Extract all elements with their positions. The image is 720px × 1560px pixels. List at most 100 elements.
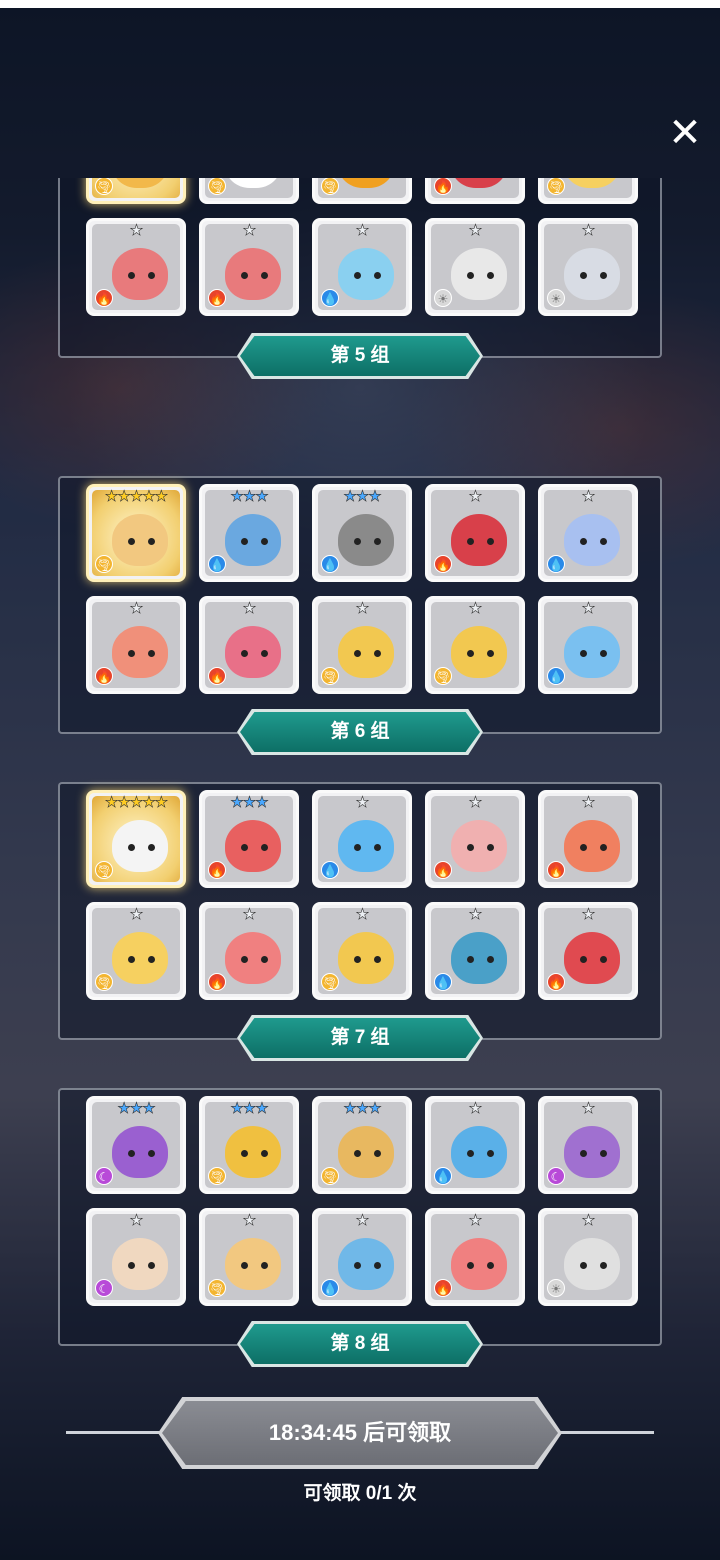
hero-card[interactable]: ★🌪 — [425, 596, 525, 694]
hero-card[interactable]: ★🔥 — [538, 902, 638, 1000]
claim-count-label: 可领取 0/1 次 — [303, 1483, 417, 1504]
hero-card[interactable]: ★🔥 — [199, 902, 299, 1000]
hero-eye — [241, 538, 248, 545]
hero-card[interactable]: ★★★★★🌪 — [86, 484, 186, 582]
group-label: 第 5 组 — [240, 336, 480, 376]
hero-eye — [241, 650, 248, 657]
divider-left — [66, 1431, 166, 1434]
hero-figure — [225, 1238, 281, 1290]
hero-eye — [261, 538, 268, 545]
star-rating: ★ — [355, 599, 369, 617]
hero-card[interactable]: ★🔥 — [425, 790, 525, 888]
hero-eye — [600, 1150, 607, 1157]
star-rating: ★ — [468, 1211, 482, 1229]
star-rating: ★ — [468, 793, 482, 811]
hero-card[interactable]: ★🌪 — [312, 596, 412, 694]
hero-eye — [600, 650, 607, 657]
wind-element-icon: 🌪 — [547, 178, 565, 195]
hero-card[interactable]: ★🔥 — [425, 1208, 525, 1306]
hero-eye — [467, 1262, 474, 1269]
star-rating: ★ — [581, 599, 595, 617]
hero-card[interactable]: ★★★★★🌪 — [86, 178, 186, 204]
group-list[interactable]: ★★★★★🌪★★★🌪★★★🌪★🔥★🌪★🔥★🔥★💧★☀★☀第 5 组★★★★★🌪★… — [0, 178, 720, 1378]
wind-element-icon: 🌪 — [95, 973, 113, 991]
light-element-icon: ☀ — [547, 1279, 565, 1297]
hero-eye — [148, 650, 155, 657]
hero-card[interactable]: ★🌪 — [312, 902, 412, 1000]
dark-element-icon: ☾ — [95, 1167, 113, 1185]
hero-figure — [112, 820, 168, 872]
hero-figure — [564, 626, 620, 678]
hero-card[interactable]: ★🌪 — [538, 178, 638, 204]
claim-button[interactable]: 18:34:45 后可领取 — [162, 1401, 558, 1465]
hero-card[interactable]: ★★★ ☾ — [86, 1096, 186, 1194]
divider-right — [554, 1431, 654, 1434]
hero-card[interactable]: ★★★ 🔥 — [199, 790, 299, 888]
group-panel: ★★★ ☾ ★★★ 🌪 ★★★ 🌪 ★ 💧 ★ ☾ ★ ☾ ★ 🌪 ★ 💧 ★ 🔥 ★ ☀ — [58, 1088, 662, 1346]
star-rating: ★ — [355, 905, 369, 923]
hero-figure — [225, 626, 281, 678]
hero-card[interactable]: ★ 💧 — [538, 484, 638, 582]
hero-card[interactable]: ★★★★★🌪 — [86, 790, 186, 888]
group-panel: ★★★★★ 🌪 ★★★ 🔥 ★ 💧 ★ 🔥 ★ 🔥 ★ 🌪 ★ 🔥 ★ 🌪 ★ 💧 ★ 🔥 — [58, 782, 662, 1040]
hero-eye — [241, 272, 248, 279]
hero-card[interactable]: ★🔥 — [538, 790, 638, 888]
hero-eye — [354, 538, 361, 545]
hero-card[interactable]: ★★★🌪 — [312, 178, 412, 204]
water-element-icon: 💧 — [208, 555, 226, 573]
wind-element-icon: 🌪 — [208, 1279, 226, 1297]
hero-card[interactable]: ★ 💧 — [425, 1096, 525, 1194]
hero-card[interactable]: ★🔥 — [86, 596, 186, 694]
hero-eye — [128, 650, 135, 657]
hero-card[interactable]: ★★★🌪 — [199, 178, 299, 204]
hero-card[interactable]: ★ 💧 — [312, 790, 412, 888]
star-rating: ★ — [468, 599, 482, 617]
hero-card[interactable]: ★ ☾ — [538, 1096, 638, 1194]
hero-card[interactable]: ★★★ 💧 — [312, 484, 412, 582]
hero-card[interactable]: ★🌪 — [86, 902, 186, 1000]
wind-element-icon: 🌪 — [95, 178, 113, 195]
hero-card[interactable]: ★🌪 — [199, 1208, 299, 1306]
light-element-icon: ☀ — [434, 289, 452, 307]
hero-figure — [112, 248, 168, 300]
hero-figure — [451, 1238, 507, 1290]
hero-card[interactable]: ★🔥 — [425, 178, 525, 204]
wind-element-icon: 🌪 — [321, 667, 339, 685]
water-element-icon: 💧 — [547, 667, 565, 685]
hero-eye — [148, 538, 155, 545]
hero-card[interactable]: ★🔥 — [425, 484, 525, 582]
hero-card[interactable]: ★🔥 — [199, 596, 299, 694]
hero-card[interactable]: ★🔥 — [199, 218, 299, 316]
hero-card[interactable]: ★ 💧 — [312, 1208, 412, 1306]
close-icon[interactable]: ✕ — [664, 112, 706, 154]
hero-eye — [261, 956, 268, 963]
hero-card[interactable]: ★ ☀ — [425, 218, 525, 316]
hero-card[interactable]: ★ 💧 — [538, 596, 638, 694]
water-element-icon: 💧 — [321, 555, 339, 573]
wind-element-icon: 🌪 — [321, 178, 339, 195]
star-rating: ★ — [129, 1211, 143, 1229]
hero-card[interactable]: ★ ☀ — [538, 1208, 638, 1306]
hero-eye — [580, 272, 587, 279]
hero-eye — [128, 272, 135, 279]
hero-card[interactable]: ★🔥 — [86, 218, 186, 316]
hero-eye — [374, 650, 381, 657]
fire-element-icon: 🔥 — [95, 289, 113, 307]
hero-card[interactable]: ★ 💧 — [312, 218, 412, 316]
hero-eye — [128, 1150, 135, 1157]
hero-eye — [261, 844, 268, 851]
hero-eye — [261, 650, 268, 657]
hero-eye — [148, 956, 155, 963]
hero-eye — [241, 956, 248, 963]
hero-card[interactable]: ★★★ 💧 — [199, 484, 299, 582]
hero-card[interactable]: ★ ☀ — [538, 218, 638, 316]
group-label: 第 8 组 — [240, 1324, 480, 1364]
hero-eye — [374, 1150, 381, 1157]
hero-figure — [451, 932, 507, 984]
hero-card[interactable]: ★★★🌪 — [312, 1096, 412, 1194]
hero-card[interactable]: ★ 💧 — [425, 902, 525, 1000]
star-rating: ★ — [129, 599, 143, 617]
hero-card[interactable]: ★ ☾ — [86, 1208, 186, 1306]
star-rating: ★ — [581, 221, 595, 239]
hero-card[interactable]: ★★★🌪 — [199, 1096, 299, 1194]
